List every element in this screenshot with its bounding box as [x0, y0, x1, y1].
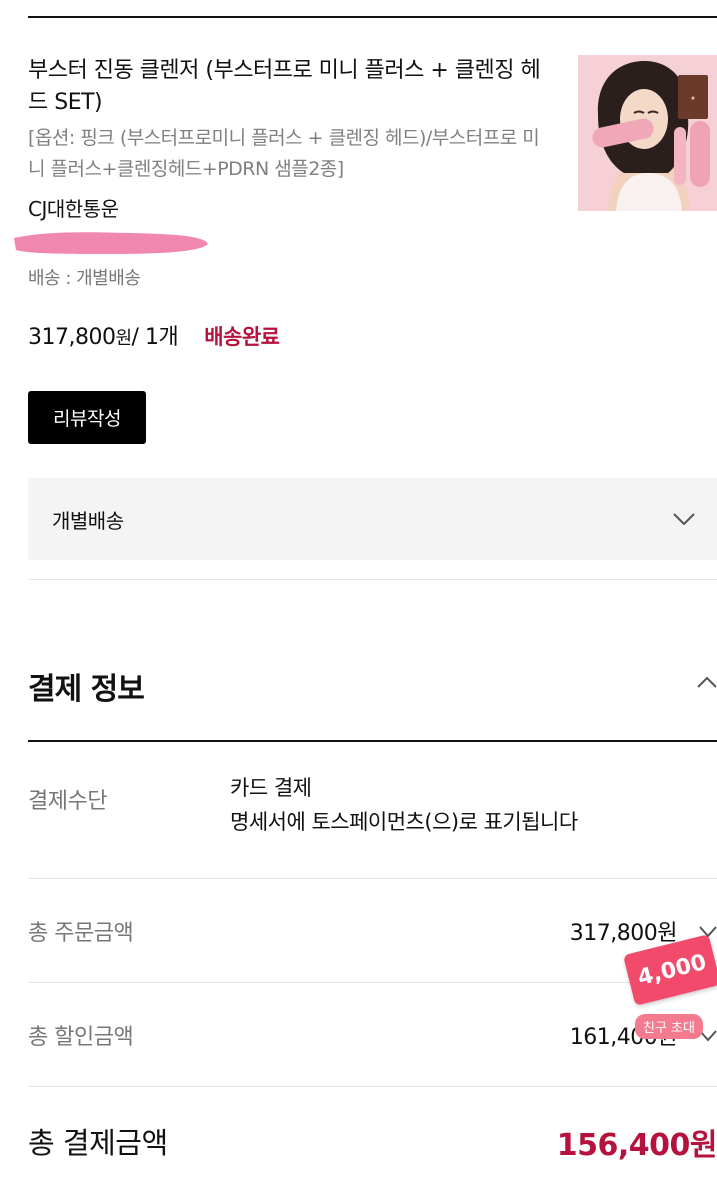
product-thumbnail[interactable]: ★ [578, 55, 717, 211]
total-payment-label: 총 결제금액 [28, 1126, 168, 1160]
price-row: 317,800 원 / 1개 배송완료 [28, 319, 280, 351]
total-discount-label: 총 할인금액 [28, 1025, 134, 1050]
divider [28, 878, 717, 879]
total-order-label: 총 주문금액 [28, 921, 134, 946]
divider [28, 982, 717, 983]
total-payment-value: 156,400원 [556, 1128, 717, 1163]
chevron-down-icon [673, 513, 695, 525]
top-divider [28, 16, 717, 18]
promo-amount: 4,000 [623, 934, 717, 1006]
product-title[interactable]: 부스터 진동 클렌저 (부스터프로 미니 플러스 + 클렌징 헤드 SET) [28, 55, 548, 119]
delivery-status: 배송완료 [204, 325, 280, 349]
item-price: 317,800 [28, 325, 116, 350]
divider [28, 1086, 717, 1087]
write-review-button[interactable]: 리뷰작성 [28, 391, 146, 444]
carrier-name: CJ대한통운 [28, 197, 119, 221]
svg-text:★: ★ [690, 95, 695, 102]
shipping-accordion[interactable]: 개별배송 [28, 478, 717, 560]
shipping-type: 배송 : 개별배송 [28, 268, 141, 289]
divider [28, 579, 717, 580]
shipping-accordion-label: 개별배송 [52, 509, 124, 533]
payment-method-value: 카드 결제 명세서에 토스페이먼츠(으)로 표기됩니다 [230, 771, 578, 839]
redaction-scribble [14, 232, 208, 254]
promo-label: 친구 초대 [635, 1014, 703, 1039]
payment-method-type: 카드 결제 [230, 776, 312, 800]
item-quantity: / 1개 [131, 325, 179, 350]
friend-invite-promo[interactable]: 4,000 친구 초대 [620, 930, 717, 1040]
currency-unit: 원 [115, 328, 132, 349]
payment-method-label: 결제수단 [28, 789, 107, 814]
product-option: [옵션: 핑크 (부스터프로미니 플러스 + 클렌징 헤드)/부스터프로 미니 … [28, 127, 540, 180]
payment-section-title: 결제 정보 [28, 672, 145, 707]
payment-method-note: 명세서에 토스페이먼츠(으)로 표기됩니다 [230, 810, 578, 834]
section-divider [28, 740, 717, 742]
chevron-up-icon[interactable] [697, 676, 717, 688]
